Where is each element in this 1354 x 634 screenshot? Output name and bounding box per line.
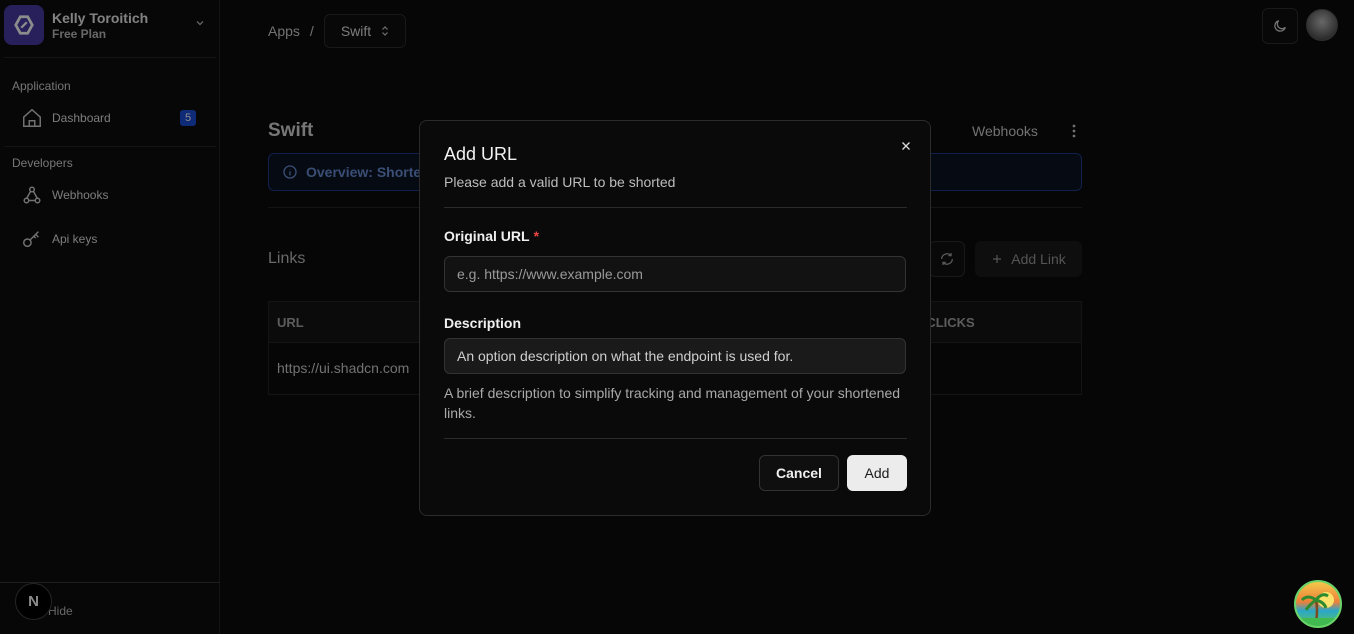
- dialog-title: Add URL: [444, 144, 518, 164]
- dialog-description: Please add a valid URL to be shorted: [444, 174, 676, 190]
- original-url-label-text: Original URL: [444, 228, 530, 244]
- original-url-input[interactable]: [444, 256, 906, 292]
- required-marker: *: [533, 228, 540, 244]
- assistant-avatar[interactable]: [1294, 580, 1342, 628]
- description-help-text: A brief description to simplify tracking…: [444, 385, 901, 421]
- description-label: Description: [444, 315, 522, 331]
- original-url-label: Original URL *: [444, 228, 539, 244]
- description-input[interactable]: [444, 338, 906, 374]
- add-url-dialog: Add URL Please add a valid URL to be sho…: [419, 120, 931, 516]
- dialog-divider: [444, 207, 907, 208]
- close-icon[interactable]: [898, 138, 914, 154]
- cancel-button[interactable]: Cancel: [759, 455, 839, 491]
- add-button[interactable]: Add: [847, 455, 907, 491]
- dialog-divider: [444, 438, 907, 439]
